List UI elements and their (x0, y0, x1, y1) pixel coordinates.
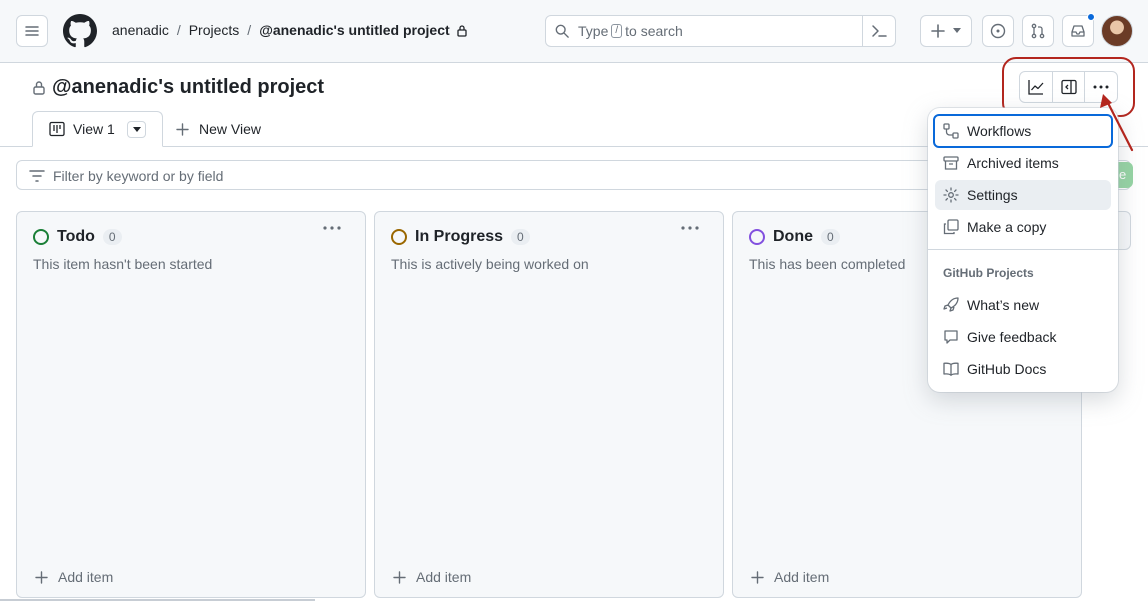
column-header: Done 0 (749, 228, 840, 246)
column-name: In Progress (415, 228, 504, 245)
column-menu-icon[interactable] (323, 226, 341, 230)
add-item-button[interactable]: Add item (393, 569, 471, 585)
plus-icon (35, 570, 48, 584)
menu-button[interactable] (16, 15, 48, 47)
new-view-button[interactable]: New View (176, 121, 261, 137)
breadcrumb-projects[interactable]: Projects (189, 22, 240, 38)
column-header: In Progress 0 (391, 228, 530, 246)
search-input[interactable]: Type / to search (545, 15, 896, 47)
rocket-icon (943, 297, 959, 312)
filter-icon (29, 170, 45, 182)
archive-icon (943, 156, 959, 170)
comment-icon (944, 330, 958, 344)
filter-placeholder: Filter by keyword or by field (53, 168, 224, 184)
github-logo-icon[interactable] (63, 14, 97, 48)
menu-item-label: GitHub Docs (967, 361, 1047, 377)
avatar[interactable] (1101, 15, 1133, 47)
status-circle-icon (749, 229, 765, 245)
menu-divider (928, 249, 1118, 250)
pull-requests-button[interactable] (1022, 15, 1054, 47)
breadcrumb-separator: / (247, 22, 252, 38)
copy-icon (943, 219, 959, 235)
add-item-button[interactable]: Add item (35, 569, 113, 585)
new-view-label: New View (199, 121, 261, 137)
menu-item-make-a-copy[interactable]: Make a copy (935, 212, 1111, 242)
menu-item-github-docs[interactable]: GitHub Docs (935, 354, 1111, 384)
column-count: 0 (102, 229, 122, 245)
project-options-menu: Workflows Archived items Settings Make a… (928, 108, 1118, 392)
menu-item-label: What’s new (967, 297, 1040, 313)
add-item-label: Add item (774, 569, 830, 585)
menu-item-label: Make a copy (967, 219, 1047, 235)
column-name: Todo (57, 228, 95, 245)
add-item-label: Add item (58, 569, 114, 585)
command-palette-button[interactable] (862, 16, 895, 46)
menu-item-whats-new[interactable]: What’s new (935, 290, 1111, 320)
plus-icon (931, 24, 945, 38)
inbox-icon (1071, 25, 1085, 37)
gear-icon (943, 187, 959, 203)
global-header: anenadic / Projects / @anenadic's untitl… (0, 0, 1148, 63)
tab-label: View 1 (73, 121, 115, 137)
page-title: @anenadic's untitled project (52, 76, 325, 98)
book-icon (943, 362, 959, 376)
create-new-button[interactable] (920, 15, 972, 47)
status-circle-icon (33, 229, 49, 245)
column-count: 0 (511, 229, 530, 245)
caret-down-icon (132, 127, 141, 132)
column-description: This item hasn't been started (33, 256, 213, 272)
workflow-icon (943, 123, 959, 139)
board-column-todo: Todo 0 This item hasn't been started Add… (16, 211, 366, 598)
terminal-icon (872, 25, 887, 37)
menu-item-label: Give feedback (967, 329, 1057, 345)
caret-down-icon (953, 28, 961, 33)
plus-icon (751, 570, 764, 584)
column-description: This is actively being worked on (391, 256, 589, 272)
breadcrumb: anenadic / Projects / @anenadic's untitl… (112, 22, 468, 38)
menu-item-label: Workflows (967, 123, 1032, 139)
menu-item-workflows[interactable]: Workflows (933, 114, 1113, 148)
column-count: 0 (821, 229, 840, 245)
search-placeholder-end: to search (625, 23, 683, 39)
column-menu-icon[interactable] (681, 226, 699, 230)
lock-icon (457, 24, 467, 37)
status-circle-icon (391, 229, 407, 245)
column-description: This has been completed (749, 256, 906, 272)
breadcrumb-project[interactable]: @anenadic's untitled project (259, 22, 449, 38)
board-column-in-progress: In Progress 0 This is actively being wor… (374, 211, 724, 598)
add-item-label: Add item (416, 569, 472, 585)
board-view-icon (49, 121, 65, 137)
search-placeholder: Type / to search (578, 23, 683, 39)
menu-item-give-feedback[interactable]: Give feedback (935, 322, 1111, 352)
add-item-button[interactable]: Add item (751, 569, 829, 585)
search-placeholder-start: Type (578, 23, 609, 39)
menu-item-archived-items[interactable]: Archived items (935, 148, 1111, 178)
breadcrumb-owner[interactable]: anenadic (112, 22, 169, 38)
search-shortcut-key: / (611, 24, 623, 38)
menu-item-label: Settings (967, 187, 1018, 203)
column-header: Todo 0 (33, 228, 122, 246)
view-options-dropdown[interactable] (127, 121, 146, 138)
menu-item-settings[interactable]: Settings (935, 180, 1111, 210)
column-name: Done (773, 228, 813, 245)
issue-opened-icon (990, 23, 1006, 39)
notification-dot (1087, 13, 1095, 21)
breadcrumb-separator: / (176, 22, 181, 38)
plus-icon (176, 122, 189, 136)
menu-item-label: Archived items (967, 155, 1059, 171)
menu-group-label: GitHub Projects (943, 266, 1034, 280)
issues-button[interactable] (982, 15, 1014, 47)
hamburger-icon (25, 26, 39, 36)
lock-icon (33, 81, 45, 95)
search-icon (555, 24, 569, 38)
pull-request-icon (1031, 23, 1045, 39)
plus-icon (393, 570, 406, 584)
